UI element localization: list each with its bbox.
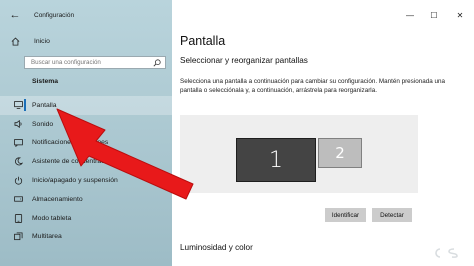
monitor-icon [0,101,30,110]
sidebar-item-power[interactable]: Inicio/apagado y suspensión [0,171,172,190]
sidebar-item-label: Notificaciones y acciones [32,139,109,147]
display-arrangement-area: 1 2 [180,115,418,193]
sidebar-nav: Pantalla Sonido Notificaciones y accione… [0,96,172,246]
search-input[interactable]: Buscar una configuración [24,56,166,69]
display-action-buttons: Identificar Detectar [325,208,412,222]
monitor-2[interactable]: 2 [318,138,362,168]
detect-button[interactable]: Detectar [372,208,412,222]
speaker-icon [0,120,30,129]
notification-icon [0,139,30,147]
sidebar-item-label: Multitarea [32,233,62,241]
maximize-icon[interactable]: ☐ [422,0,446,30]
sidebar-item-storage[interactable]: Almacenamiento [0,190,172,209]
storage-icon [0,195,30,203]
brightness-color-heading: Luminosidad y color [180,243,253,252]
minimize-icon[interactable]: — [398,0,422,30]
sidebar-item-multitasking[interactable]: Multitarea [0,228,172,247]
sidebar-item-focus-assist[interactable]: Asistente de concentración [0,152,172,171]
settings-window: ← Configuración Inicio Buscar una config… [0,0,474,266]
section-label-system: Sistema [32,78,59,85]
window-controls: — ☐ ✕ [398,0,474,30]
title-bar: ← Configuración [0,0,172,30]
moon-icon [0,157,30,166]
home-icon [0,37,30,46]
monitor-1[interactable]: 1 [236,138,316,182]
sidebar-item-label: Asistente de concentración [32,158,114,166]
identify-button[interactable]: Identificar [325,208,366,222]
section-description: Selecciona una pantalla a continuación p… [180,78,445,94]
home-link[interactable]: Inicio [0,34,172,48]
sidebar-item-tablet-mode[interactable]: Modo tableta [0,209,172,228]
multitask-icon [0,232,30,241]
page-title: Pantalla [180,34,226,48]
power-icon [0,176,30,185]
tablet-icon [0,213,30,223]
close-icon[interactable]: ✕ [446,0,474,30]
home-label: Inicio [34,37,50,45]
sidebar-item-display[interactable]: Pantalla [0,96,172,115]
sidebar-item-label: Inicio/apagado y suspensión [32,177,118,185]
sidebar: ← Configuración Inicio Buscar una config… [0,0,172,266]
back-arrow-icon[interactable]: ← [0,0,30,30]
main-content: — ☐ ✕ Pantalla Seleccionar y reorganizar… [172,0,474,266]
sidebar-item-label: Modo tableta [32,214,72,222]
search-placeholder: Buscar una configuración [31,59,101,66]
sidebar-item-notifications[interactable]: Notificaciones y acciones [0,134,172,153]
sidebar-item-label: Pantalla [32,101,57,109]
search-icon[interactable] [153,54,161,72]
sidebar-item-sound[interactable]: Sonido [0,115,172,134]
app-title: Configuración [34,11,75,19]
sidebar-item-label: Almacenamiento [32,195,83,203]
watermark-logo [435,248,458,258]
sidebar-item-label: Sonido [32,120,54,128]
section-heading: Seleccionar y reorganizar pantallas [180,56,308,65]
